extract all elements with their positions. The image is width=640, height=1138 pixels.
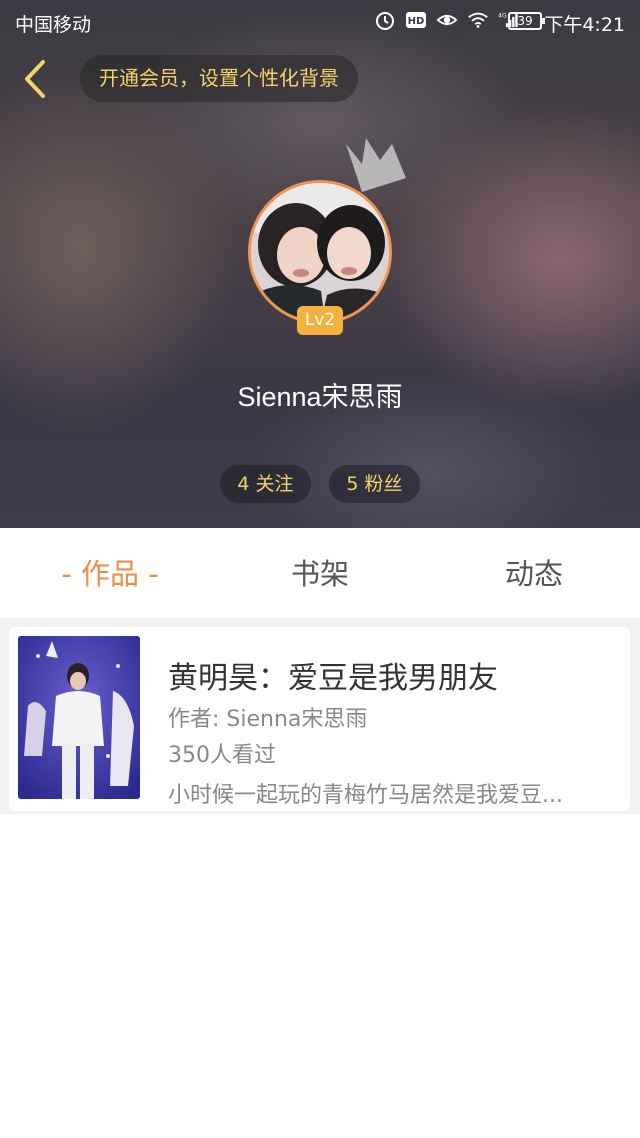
chevron-left-icon [25, 60, 45, 98]
fans-count[interactable]: 5 粉丝 [329, 465, 420, 503]
book-title: 黄明昊：爱豆是我男朋友 [168, 661, 498, 696]
level-badge: Lv2 [297, 306, 343, 335]
tab-works[interactable]: - 作品 - [30, 528, 190, 618]
profile-tabs: - 作品 - 书架 动态 [0, 528, 640, 618]
tab-feed[interactable]: 动态 [454, 528, 614, 618]
book-cover-image [18, 636, 140, 799]
profile-header: 中国移动 HD 4G 39 下午4:21 开通会员，设置个性化背景 Lv2 Si… [0, 0, 640, 528]
status-icons: HD 4G [374, 9, 520, 31]
username: Sienna宋思雨 [237, 382, 403, 412]
back-button[interactable] [18, 58, 50, 100]
book-description: 小时候一起玩的青梅竹马居然是我爱豆... [168, 783, 563, 808]
avatar[interactable] [248, 180, 392, 324]
avatar-image [248, 180, 392, 324]
book-author: 作者: Sienna宋思雨 [168, 707, 368, 732]
clock: 下午4:21 [544, 14, 625, 36]
alarm-icon [374, 9, 396, 31]
tab-bookshelf[interactable]: 书架 [240, 528, 400, 618]
following-count[interactable]: 4 关注 [220, 465, 311, 503]
carrier-label: 中国移动 [15, 14, 92, 36]
vip-background-prompt[interactable]: 开通会员，设置个性化背景 [80, 55, 358, 102]
network-label: 4G [498, 13, 507, 20]
book-views: 350人看过 [168, 743, 276, 768]
eye-icon [436, 9, 458, 31]
wifi-icon [467, 9, 489, 31]
svg-text:HD: HD [408, 16, 425, 27]
status-bar: 中国移动 HD 4G 39 下午4:21 [0, 0, 640, 44]
hd-icon: HD [405, 9, 427, 31]
battery-indicator: 39 [508, 12, 545, 30]
